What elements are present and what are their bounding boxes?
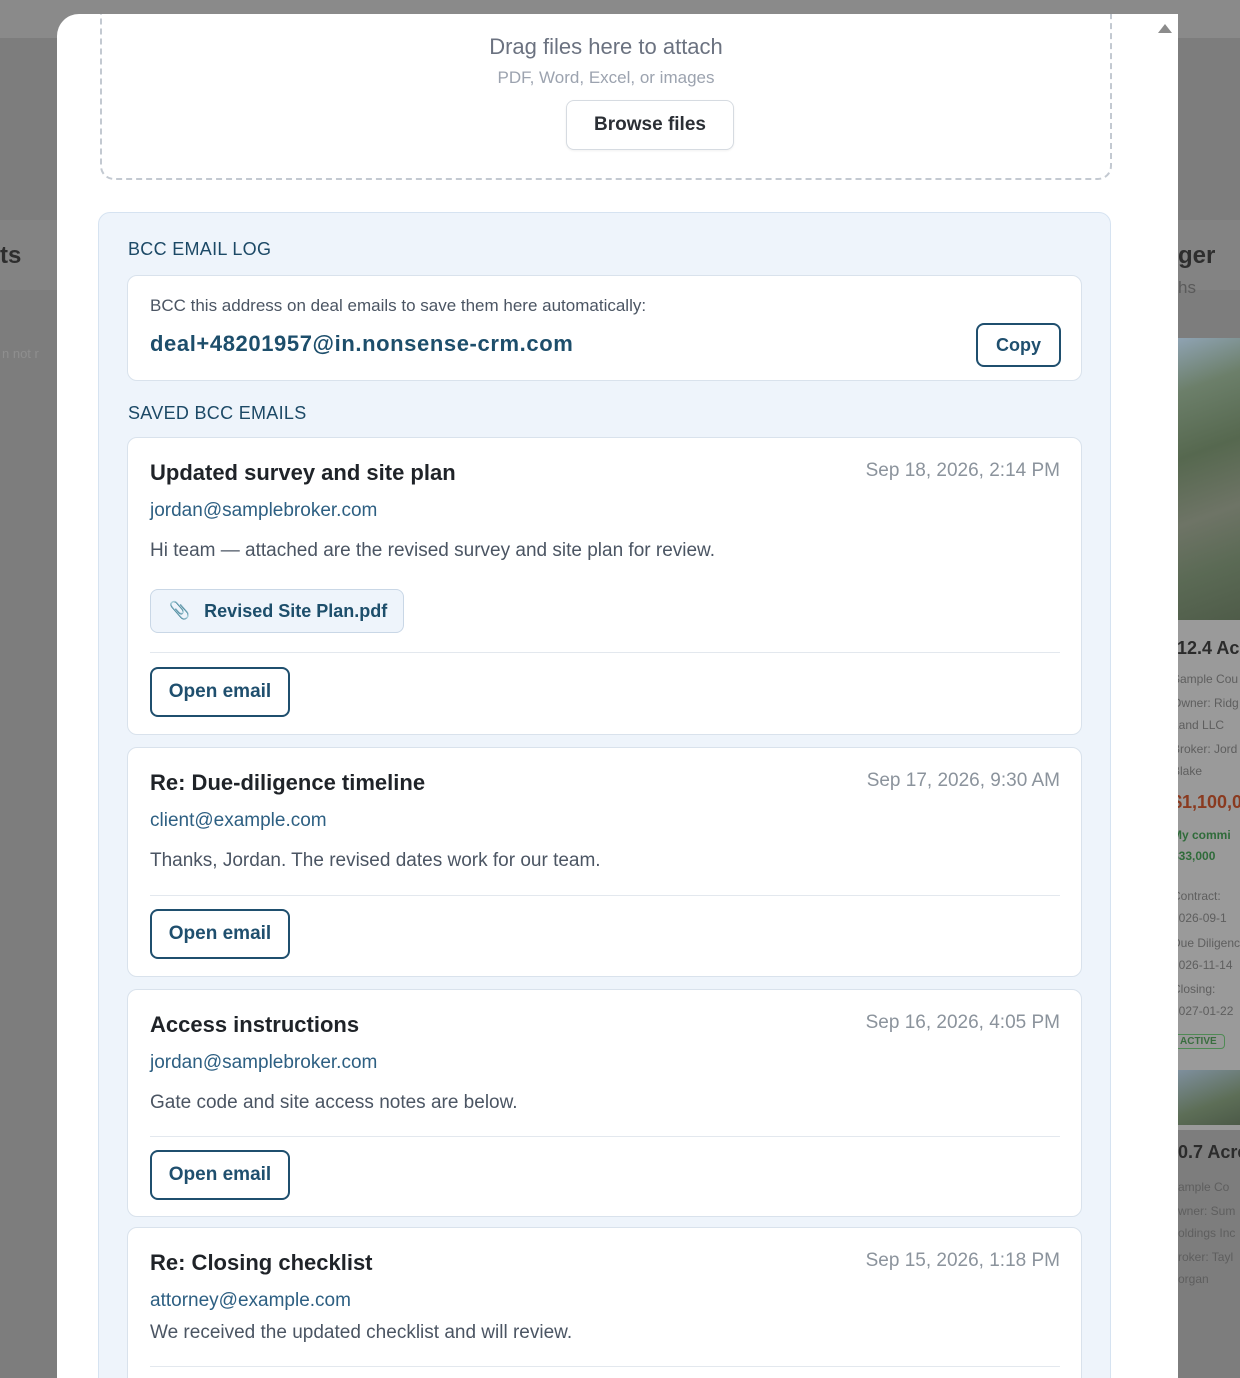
- email-divider: [150, 1366, 1060, 1367]
- email-divider: [150, 1136, 1060, 1137]
- property-location: ample Co: [1178, 1180, 1230, 1194]
- email-sender: jordan@samplebroker.com: [150, 500, 378, 521]
- bcc-email-log-heading: BCC EMAIL LOG: [128, 239, 272, 259]
- contract-date: 2026-09-1: [1172, 911, 1227, 925]
- saved-email-card: Access instructions Sep 16, 2026, 4:05 P…: [127, 989, 1082, 1217]
- email-subject: Updated survey and site plan: [150, 460, 456, 485]
- email-preview: Gate code and site access notes are belo…: [150, 1092, 518, 1113]
- property-price: $1,100,00: [1172, 792, 1240, 812]
- saved-email-card: Re: Closing checklist Sep 15, 2026, 1:18…: [127, 1227, 1082, 1378]
- dropzone-subtitle: PDF, Word, Excel, or images: [497, 68, 715, 87]
- bcc-email-log-panel: BCC EMAIL LOG BCC this address on deal e…: [98, 212, 1111, 1378]
- property-broker: roker: Tayl: [1178, 1250, 1234, 1264]
- email-divider: [150, 652, 1060, 653]
- closing-label: Closing:: [1172, 982, 1216, 996]
- email-date: Sep 18, 2026, 2:14 PM: [865, 460, 1060, 481]
- property-title: 12.4 Acr: [1177, 638, 1240, 658]
- property-broker-cont: organ: [1178, 1272, 1209, 1286]
- property-broker: Broker: Jord: [1172, 742, 1238, 756]
- contract-label: Contract:: [1172, 889, 1221, 903]
- closing-date: 2027-01-22: [1172, 1004, 1234, 1018]
- email-subject: Access instructions: [150, 1012, 360, 1037]
- scroll-up-arrow-icon[interactable]: [1158, 24, 1172, 33]
- saved-bcc-emails-heading: SAVED BCC EMAILS: [128, 403, 307, 423]
- attachment-filename: Revised Site Plan.pdf: [204, 600, 388, 621]
- property-owner-cont: Land LLC: [1172, 718, 1225, 732]
- email-divider: [150, 895, 1060, 896]
- browse-files-button[interactable]: Browse files: [566, 100, 734, 150]
- background-left-heading: ts: [0, 242, 22, 269]
- email-date: Sep 17, 2026, 9:30 AM: [866, 770, 1060, 791]
- email-date: Sep 15, 2026, 1:18 PM: [865, 1250, 1060, 1271]
- status-badge: ACTIVE: [1172, 1034, 1225, 1049]
- email-preview: Hi team — attached are the revised surve…: [150, 540, 715, 561]
- email-sender: client@example.com: [150, 810, 327, 831]
- open-email-button[interactable]: Open email: [150, 1150, 290, 1200]
- email-preview: We received the updated checklist and wi…: [150, 1322, 573, 1343]
- bcc-address-hint: BCC this address on deal emails to save …: [150, 296, 647, 315]
- property-owner: wner: Sum: [1178, 1204, 1236, 1218]
- email-sender: attorney@example.com: [150, 1290, 351, 1311]
- paperclip-icon: 📎: [169, 601, 191, 620]
- property-title: 0.7 Acre: [1178, 1142, 1240, 1162]
- background-left-text: n not r: [2, 346, 39, 361]
- property-owner: Owner: Ridg: [1172, 696, 1239, 710]
- open-email-button[interactable]: Open email: [150, 909, 290, 959]
- due-diligence-label: Due Diligenc: [1172, 936, 1240, 950]
- file-dropzone[interactable]: Drag files here to attach PDF, Word, Exc…: [100, 14, 1112, 180]
- email-preview: Thanks, Jordan. The revised dates work f…: [150, 850, 601, 871]
- commission-label: My commi: [1172, 828, 1231, 842]
- email-date: Sep 16, 2026, 4:05 PM: [865, 1012, 1060, 1033]
- deal-modal: Drag files here to attach PDF, Word, Exc…: [57, 14, 1178, 1378]
- email-attachment[interactable]: 📎 Revised Site Plan.pdf: [150, 589, 405, 633]
- email-subject: Re: Closing checklist: [150, 1250, 373, 1275]
- due-diligence-date: 2026-11-14: [1172, 958, 1233, 972]
- bcc-address: deal+48201957@in.nonsense-crm.com: [150, 331, 574, 356]
- saved-email-card: Updated survey and site plan Sep 18, 202…: [127, 437, 1082, 735]
- dropzone-title: Drag files here to attach: [489, 34, 723, 59]
- background-right-heading: ger: [1178, 242, 1216, 269]
- email-subject: Re: Due-diligence timeline: [150, 770, 426, 795]
- property-photo: [1178, 1070, 1240, 1125]
- property-location: Sample Cou: [1172, 672, 1239, 686]
- open-email-button[interactable]: Open email: [150, 667, 290, 717]
- property-photo: [1178, 338, 1240, 620]
- email-sender: jordan@samplebroker.com: [150, 1052, 378, 1073]
- copy-address-button[interactable]: Copy: [976, 323, 1061, 367]
- background-right-subheading: hs: [1178, 278, 1196, 297]
- property-owner-cont: oldings Inc: [1178, 1226, 1236, 1240]
- saved-email-card: Re: Due-diligence timeline Sep 17, 2026,…: [127, 747, 1082, 977]
- commission-value: $33,000: [1172, 849, 1216, 863]
- bcc-address-box: BCC this address on deal emails to save …: [127, 275, 1082, 381]
